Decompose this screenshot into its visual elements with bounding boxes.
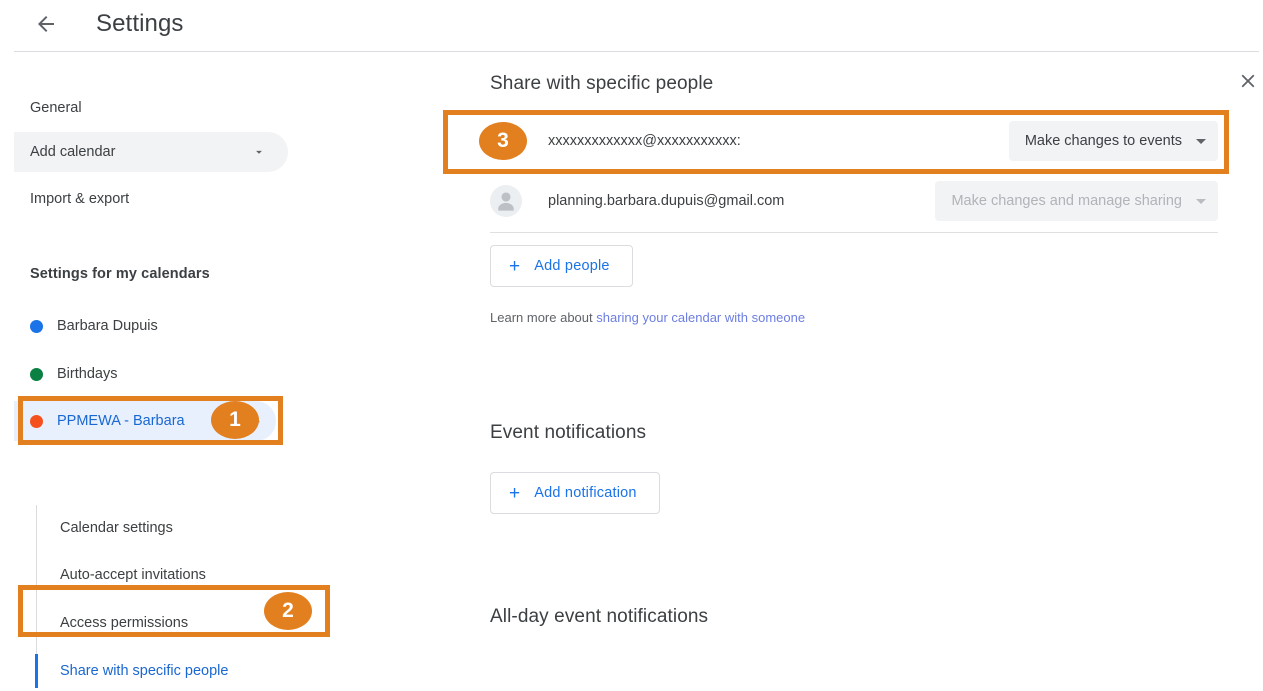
sidebar-subitem-share-with-specific-people[interactable]: Share with specific people [36, 651, 290, 691]
settings-main-panel: Share with specific people xxxxxxxxxxxxx… [430, 60, 1263, 655]
sidebar-subitem-label: Access permissions [60, 615, 189, 631]
sidebar-item-label: Birthdays [57, 366, 118, 382]
sidebar-subitem-label: Auto-accept invitations [60, 567, 206, 583]
person-avatar-icon [490, 185, 522, 217]
row-divider [490, 232, 1218, 233]
chevron-down-icon [1196, 138, 1206, 144]
permission-dropdown[interactable]: Make changes to events [1008, 121, 1218, 161]
sidebar-item-label: General [30, 100, 82, 116]
sidebar-subitem-label: Share with specific people [60, 663, 229, 679]
page-title: Settings [96, 10, 184, 37]
add-people-label: Add people [534, 258, 610, 274]
sidebar-section-heading: Settings for my calendars [30, 266, 210, 282]
calendar-color-dot [30, 319, 43, 333]
event-notifications-title: Event notifications [490, 422, 647, 443]
share-row: xxxxxxxxxxxxx@xxxxxxxxxxx: Make changes … [490, 112, 1218, 170]
app-header: Settings [0, 0, 1263, 48]
sidebar-item-calendar-birthdays[interactable]: Birthdays [14, 354, 288, 394]
share-row: planning.barbara.dupuis@gmail.com Make c… [490, 172, 1218, 230]
calendar-color-dot [30, 414, 43, 428]
learn-more-prefix: Learn more about [490, 310, 597, 325]
close-icon[interactable] [1235, 68, 1261, 94]
plus-icon: + [509, 482, 521, 504]
share-email: planning.barbara.dupuis@gmail.com [548, 193, 785, 209]
permission-dropdown: Make changes and manage sharing [935, 181, 1218, 221]
add-notification-button[interactable]: + Add notification [490, 472, 660, 514]
sidebar-subitem-calendar-settings[interactable]: Calendar settings [36, 508, 290, 548]
sidebar-subitem-access-permissions[interactable]: Access permissions [36, 603, 290, 643]
sidebar-item-import-export[interactable]: Import & export [14, 179, 288, 219]
row-divider [490, 170, 1218, 171]
sidebar-item-calendar-barbara-dupuis[interactable]: Barbara Dupuis [14, 306, 288, 346]
share-section-title: Share with specific people [490, 73, 714, 94]
sidebar-item-label: Barbara Dupuis [57, 318, 158, 334]
all-day-event-notifications-title: All-day event notifications [490, 606, 709, 627]
learn-more-text: Learn more about sharing your calendar w… [490, 310, 805, 325]
sidebar-subitem-label: Calendar settings [60, 520, 173, 536]
share-email: xxxxxxxxxxxxx@xxxxxxxxxxx: [548, 133, 741, 149]
avatar [490, 125, 522, 157]
sidebar-item-label: PPMEWA - Barbara [57, 413, 185, 429]
chevron-up-icon[interactable] [250, 414, 264, 428]
add-notification-label: Add notification [534, 485, 637, 501]
sidebar-item-label: Add calendar [30, 144, 116, 160]
sidebar-subitem-auto-accept-invitations[interactable]: Auto-accept invitations [36, 555, 290, 595]
sidebar-item-general[interactable]: General [14, 88, 288, 128]
learn-more-link[interactable]: sharing your calendar with someone [596, 310, 805, 325]
permission-value: Make changes to events [1024, 133, 1182, 149]
add-people-button[interactable]: + Add people [490, 245, 633, 287]
calendar-color-dot [30, 367, 43, 381]
sidebar-item-label: Import & export [30, 191, 130, 207]
chevron-down-icon [252, 145, 266, 159]
plus-icon: + [509, 255, 521, 277]
back-arrow-icon[interactable] [32, 10, 60, 38]
sidebar-item-add-calendar[interactable]: Add calendar [14, 132, 288, 172]
sidebar-item-ppmewa[interactable]: PPMEWA - Barbara [14, 401, 276, 441]
chevron-down-icon [1196, 198, 1206, 204]
header-divider [14, 51, 1259, 52]
settings-sidebar: General Add calendar Import & export Set… [0, 60, 430, 688]
permission-value: Make changes and manage sharing [951, 193, 1182, 209]
